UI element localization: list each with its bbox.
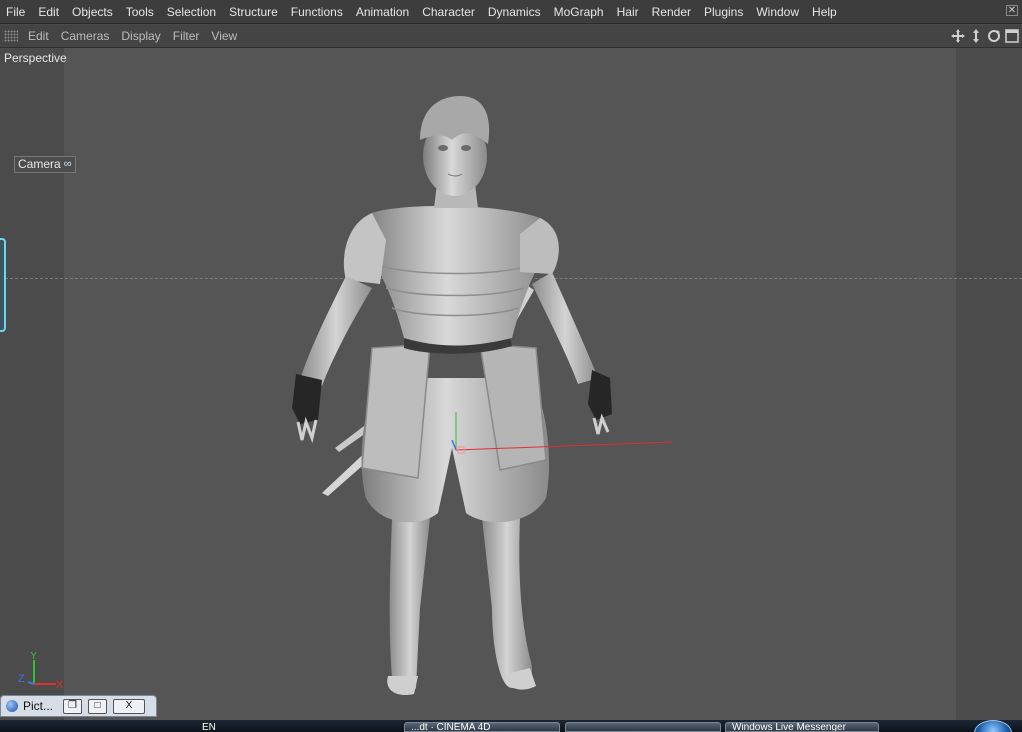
menu-tools[interactable]: Tools	[120, 0, 161, 24]
right-arm	[532, 272, 598, 384]
left-glove	[292, 374, 322, 424]
axis-z-label: Z	[18, 673, 25, 685]
viewport-navigation	[950, 28, 1020, 44]
cinema4d-sphere-icon	[6, 700, 18, 712]
camera-tag[interactable]: Camera ∞	[14, 156, 76, 173]
character-model[interactable]	[0, 48, 1022, 720]
picture-viewer-window[interactable]: Pict... ❐ □ X	[0, 695, 157, 717]
viewport-menubar: Edit Cameras Display Filter View	[0, 25, 1022, 48]
menu-functions[interactable]: Functions	[285, 0, 350, 24]
infinity-icon: ∞	[63, 158, 72, 170]
menu-window[interactable]: Window	[750, 0, 806, 24]
menu-objects[interactable]: Objects	[66, 0, 120, 24]
left-leg	[389, 518, 430, 694]
menu-dynamics[interactable]: Dynamics	[482, 0, 548, 24]
viewport-label: Perspective	[4, 51, 67, 65]
start-button-icon[interactable]	[974, 720, 1012, 732]
language-indicator[interactable]: EN	[202, 722, 216, 732]
menu-plugins[interactable]: Plugins	[698, 0, 750, 24]
menu-structure[interactable]: Structure	[223, 0, 285, 24]
windows-taskbar: EN ...dt · CINEMA 4D Windows Live Messen…	[0, 720, 1022, 732]
menu-mograph[interactable]: MoGraph	[548, 0, 611, 24]
rotate-view-icon[interactable]	[986, 28, 1002, 44]
maximize-button[interactable]: □	[88, 699, 107, 714]
camera-tag-label: Camera	[18, 157, 61, 171]
menu-character[interactable]: Character	[416, 0, 482, 24]
menu-selection[interactable]: Selection	[161, 0, 223, 24]
maximize-view-icon[interactable]	[1004, 28, 1020, 44]
move-view-icon[interactable]	[950, 28, 966, 44]
taskbar-item-cinema4d[interactable]: ...dt · CINEMA 4D	[404, 722, 560, 732]
menu-render[interactable]: Render	[646, 0, 698, 24]
viewport-menu-edit[interactable]: Edit	[24, 25, 57, 48]
menu-animation[interactable]: Animation	[350, 0, 416, 24]
viewport-menu-display[interactable]: Display	[117, 25, 168, 48]
torso	[364, 206, 548, 346]
axis-y-label: Y	[30, 652, 38, 662]
viewport-menu-filter[interactable]: Filter	[169, 25, 208, 48]
left-arm	[300, 276, 372, 386]
right-leg	[482, 518, 532, 689]
right-glove	[588, 370, 612, 420]
world-axis-gizmo: Y X Z	[18, 652, 64, 691]
close-window-icon[interactable]: ✕	[1006, 5, 1018, 16]
zoom-view-icon[interactable]	[968, 28, 984, 44]
drag-grip-icon[interactable]	[4, 30, 18, 42]
viewport-menu-view[interactable]: View	[207, 25, 245, 48]
window-title: Pict...	[23, 699, 54, 713]
menu-file[interactable]: File	[0, 0, 32, 24]
menu-help[interactable]: Help	[806, 0, 844, 24]
axis-x-label: X	[56, 679, 64, 691]
menu-edit[interactable]: Edit	[32, 0, 66, 24]
taskbar-item-2[interactable]	[565, 722, 721, 732]
menu-hair[interactable]: Hair	[611, 0, 646, 24]
taskbar-item-messenger[interactable]: Windows Live Messenger	[725, 722, 879, 732]
close-button[interactable]: X	[113, 699, 145, 714]
perspective-viewport[interactable]: Perspective Camera ∞ Y X Z	[0, 48, 1022, 720]
restore-button[interactable]: ❐	[63, 699, 82, 714]
main-menubar: File Edit Objects Tools Selection Struct…	[0, 0, 1022, 24]
viewport-menu-cameras[interactable]: Cameras	[57, 25, 118, 48]
